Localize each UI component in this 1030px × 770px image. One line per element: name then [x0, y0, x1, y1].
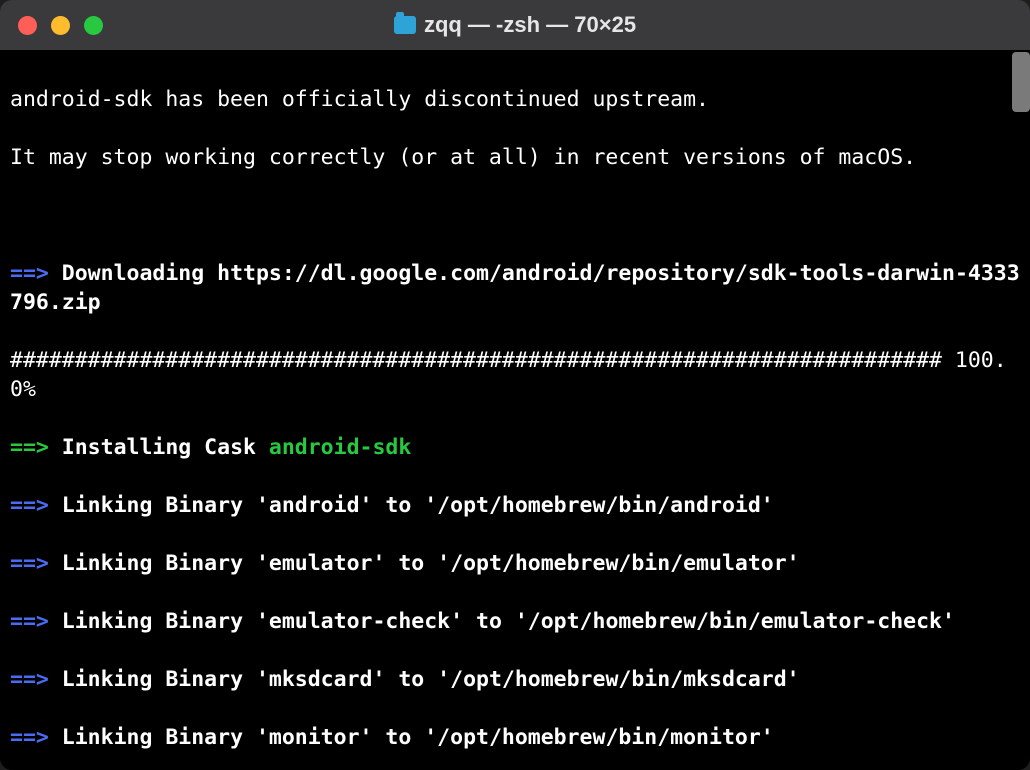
- terminal-content[interactable]: android-sdk has been officially disconti…: [0, 50, 1030, 770]
- zoom-icon[interactable]: [84, 16, 103, 35]
- install-pkg: android-sdk: [269, 435, 411, 460]
- link-line: ==> Linking Binary 'emulator-check' to '…: [10, 607, 1024, 636]
- traffic-lights: [18, 16, 103, 35]
- arrow-icon: ==>: [10, 493, 49, 518]
- terminal-window: zqq — -zsh — 70×25 android-sdk has been …: [0, 0, 1030, 770]
- link-text: Linking Binary 'emulator-check' to '/opt…: [62, 609, 955, 634]
- folder-icon: [394, 16, 416, 34]
- arrow-icon: ==>: [10, 667, 49, 692]
- link-line: ==> Linking Binary 'monitor' to '/opt/ho…: [10, 723, 1024, 752]
- window-title: zqq — -zsh — 70×25: [424, 12, 636, 38]
- arrow-icon: ==>: [10, 609, 49, 634]
- arrow-icon: ==>: [10, 435, 49, 460]
- close-icon[interactable]: [18, 16, 37, 35]
- link-text: Linking Binary 'monitor' to '/opt/homebr…: [62, 725, 774, 750]
- link-line: ==> Linking Binary 'android' to '/opt/ho…: [10, 491, 1024, 520]
- install-label: Installing Cask: [62, 435, 269, 460]
- download-line: Downloading https://dl.google.com/androi…: [10, 261, 1020, 315]
- link-line: ==> Linking Binary 'emulator' to '/opt/h…: [10, 549, 1024, 578]
- link-text: Linking Binary 'android' to '/opt/homebr…: [62, 493, 774, 518]
- link-text: Linking Binary 'mksdcard' to '/opt/homeb…: [62, 667, 800, 692]
- progress-bar: ########################################…: [10, 346, 1024, 404]
- minimize-icon[interactable]: [51, 16, 70, 35]
- arrow-icon: ==>: [10, 551, 49, 576]
- arrow-icon: ==>: [10, 725, 49, 750]
- deprecation-line-2: It may stop working correctly (or at all…: [10, 143, 1024, 172]
- link-text: Linking Binary 'emulator' to '/opt/homeb…: [62, 551, 800, 576]
- link-line: ==> Linking Binary 'mksdcard' to '/opt/h…: [10, 665, 1024, 694]
- titlebar[interactable]: zqq — -zsh — 70×25: [0, 0, 1030, 50]
- arrow-icon: ==>: [10, 261, 49, 286]
- deprecation-line-1: android-sdk has been officially disconti…: [10, 85, 1024, 114]
- scrollbar-thumb[interactable]: [1012, 52, 1030, 112]
